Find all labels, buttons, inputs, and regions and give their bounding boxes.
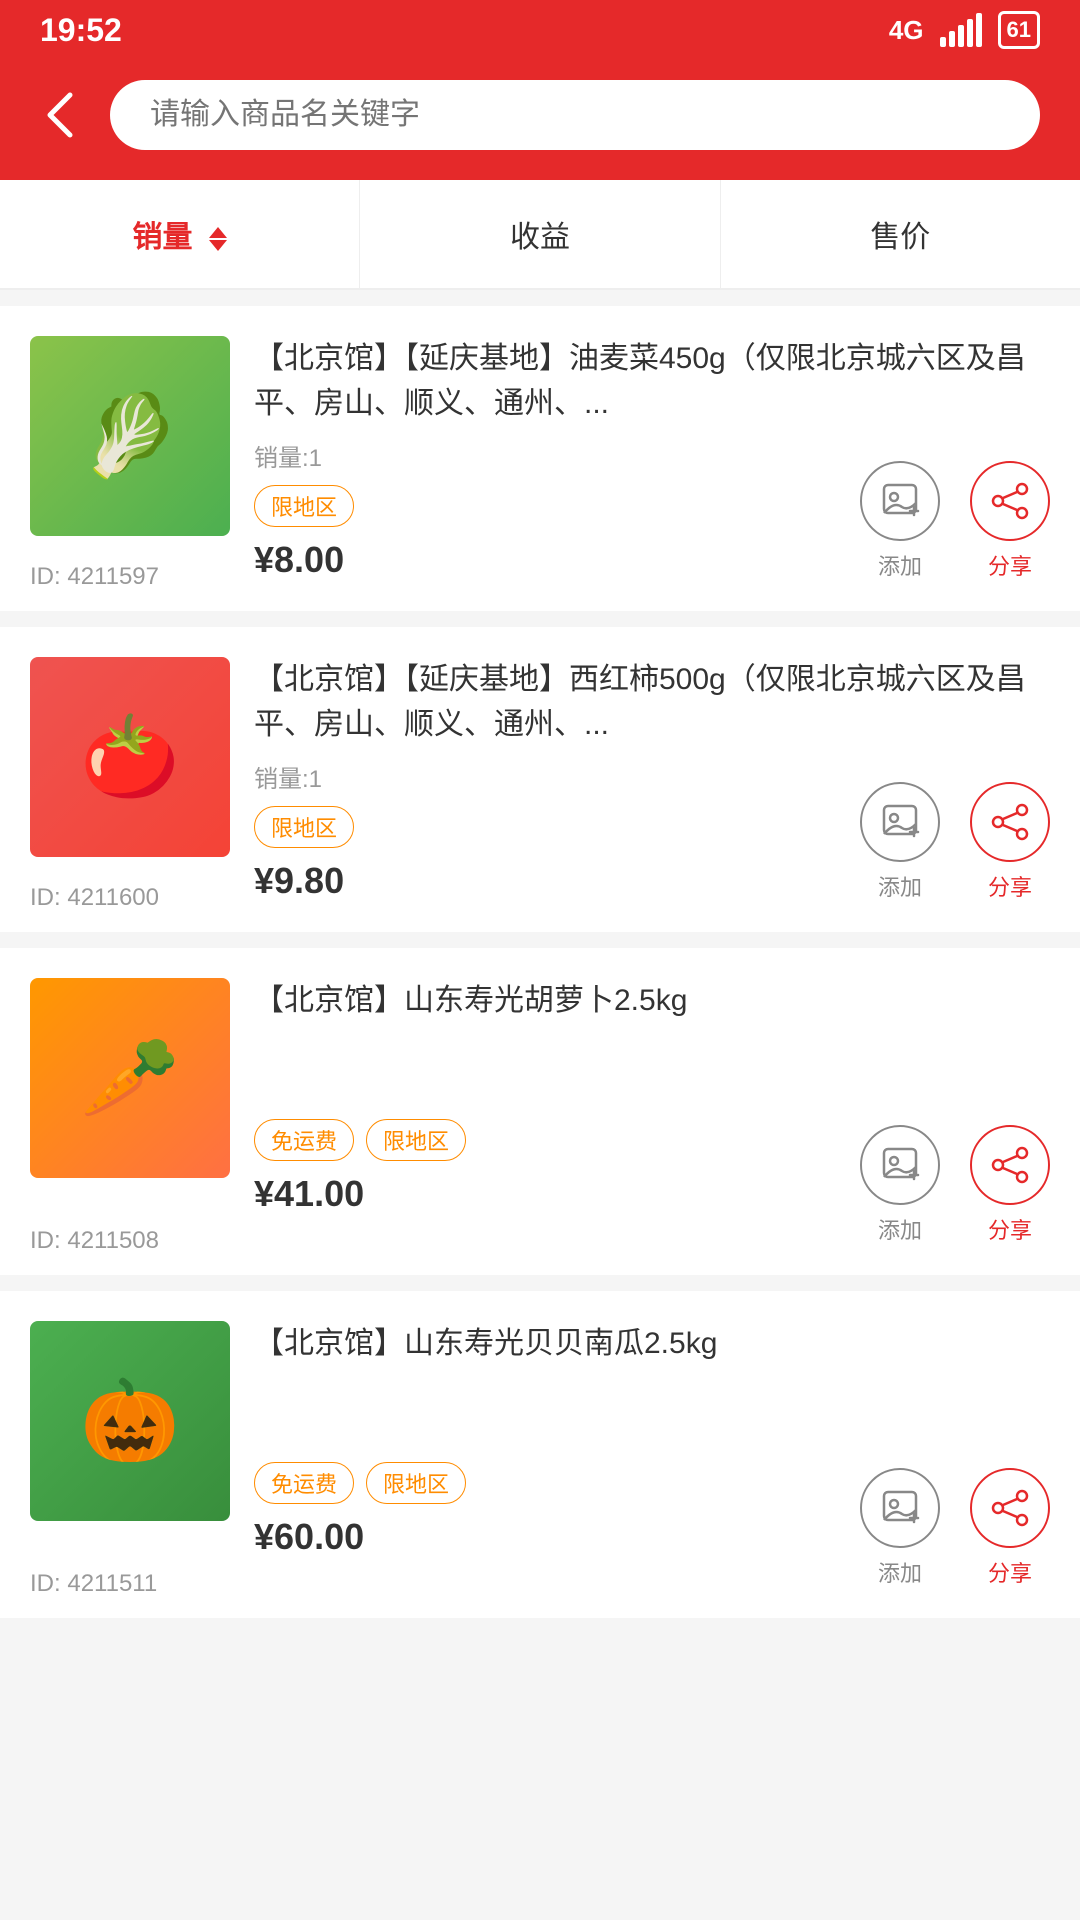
- network-label: 4G: [889, 15, 924, 46]
- add-icon: [860, 1468, 940, 1548]
- tag-free-ship: 免运费: [254, 1462, 354, 1504]
- share-button[interactable]: 分享: [970, 782, 1050, 902]
- tag-region: 限地区: [366, 1119, 466, 1161]
- battery-icon: 61: [998, 11, 1040, 49]
- sort-tab-income[interactable]: 收益: [360, 180, 720, 288]
- action-buttons: 添加 分享: [860, 1468, 1050, 1588]
- back-button[interactable]: [40, 85, 80, 145]
- add-icon: [860, 1125, 940, 1205]
- sort-tab-sales[interactable]: 销量: [0, 180, 360, 288]
- tag-region: 限地区: [366, 1462, 466, 1504]
- product-image: 🍅: [30, 657, 230, 857]
- signal-icon: [940, 13, 982, 47]
- share-label: 分享: [988, 870, 1032, 902]
- action-buttons: 添加 分享: [860, 1125, 1050, 1245]
- search-input[interactable]: [110, 80, 1040, 150]
- add-label: 添加: [878, 1556, 922, 1588]
- add-button[interactable]: 添加: [860, 1468, 940, 1588]
- product-image-placeholder: 🎃: [30, 1321, 230, 1521]
- tag-region: 限地区: [254, 485, 354, 527]
- tag-region: 限地区: [254, 806, 354, 848]
- share-label: 分享: [988, 1213, 1032, 1245]
- product-title: 【北京馆】【延庆基地】油麦菜450g（仅限北京城六区及昌平、房山、顺义、通州、.…: [254, 336, 1050, 426]
- share-icon: [970, 461, 1050, 541]
- product-item: 🍅 【北京馆】【延庆基地】西红柿500g（仅限北京城六区及昌平、房山、顺义、通州…: [0, 627, 1080, 932]
- header: [0, 60, 1080, 180]
- product-title: 【北京馆】【延庆基地】西红柿500g（仅限北京城六区及昌平、房山、顺义、通州、.…: [254, 657, 1050, 747]
- status-time: 19:52: [40, 12, 122, 49]
- product-list: 🥬 【北京馆】【延庆基地】油麦菜450g（仅限北京城六区及昌平、房山、顺义、通州…: [0, 306, 1080, 1618]
- sort-tab-price[interactable]: 售价: [721, 180, 1080, 288]
- product-title: 【北京馆】山东寿光胡萝卜2.5kg: [254, 978, 1050, 1023]
- share-label: 分享: [988, 1556, 1032, 1588]
- share-button[interactable]: 分享: [970, 1468, 1050, 1588]
- add-button[interactable]: 添加: [860, 1125, 940, 1245]
- add-icon: [860, 461, 940, 541]
- product-item: 🥬 【北京馆】【延庆基地】油麦菜450g（仅限北京城六区及昌平、房山、顺义、通州…: [0, 306, 1080, 611]
- status-icons: 4G 61: [889, 11, 1040, 49]
- product-id: ID: 4211511: [30, 1570, 157, 1598]
- tag-free-ship: 免运费: [254, 1119, 354, 1161]
- status-bar: 19:52 4G 61: [0, 0, 1080, 60]
- action-buttons: 添加 分享: [860, 461, 1050, 581]
- share-label: 分享: [988, 549, 1032, 581]
- product-item: 🥕 【北京馆】山东寿光胡萝卜2.5kg 免运费 限地区 ¥41.00: [0, 948, 1080, 1275]
- share-icon: [970, 782, 1050, 862]
- product-image-placeholder: 🥬: [30, 336, 230, 536]
- product-item: 🎃 【北京馆】山东寿光贝贝南瓜2.5kg 免运费 限地区 ¥60.00: [0, 1291, 1080, 1618]
- add-label: 添加: [878, 1213, 922, 1245]
- add-label: 添加: [878, 549, 922, 581]
- action-buttons: 添加 分享: [860, 782, 1050, 902]
- add-label: 添加: [878, 870, 922, 902]
- product-id: ID: 4211597: [30, 563, 159, 591]
- product-image-placeholder: 🥕: [30, 978, 230, 1178]
- product-image: 🥬: [30, 336, 230, 536]
- product-title: 【北京馆】山东寿光贝贝南瓜2.5kg: [254, 1321, 1050, 1366]
- product-id: ID: 4211508: [30, 1227, 159, 1255]
- add-icon: [860, 782, 940, 862]
- add-button[interactable]: 添加: [860, 782, 940, 902]
- product-id: ID: 4211600: [30, 884, 159, 912]
- add-button[interactable]: 添加: [860, 461, 940, 581]
- product-image: 🥕: [30, 978, 230, 1178]
- share-button[interactable]: 分享: [970, 1125, 1050, 1245]
- product-image: 🎃: [30, 1321, 230, 1521]
- product-image-placeholder: 🍅: [30, 657, 230, 857]
- share-icon: [970, 1468, 1050, 1548]
- share-button[interactable]: 分享: [970, 461, 1050, 581]
- share-icon: [970, 1125, 1050, 1205]
- sort-tabs: 销量 收益 售价: [0, 180, 1080, 290]
- sort-arrows-icon: [209, 227, 227, 251]
